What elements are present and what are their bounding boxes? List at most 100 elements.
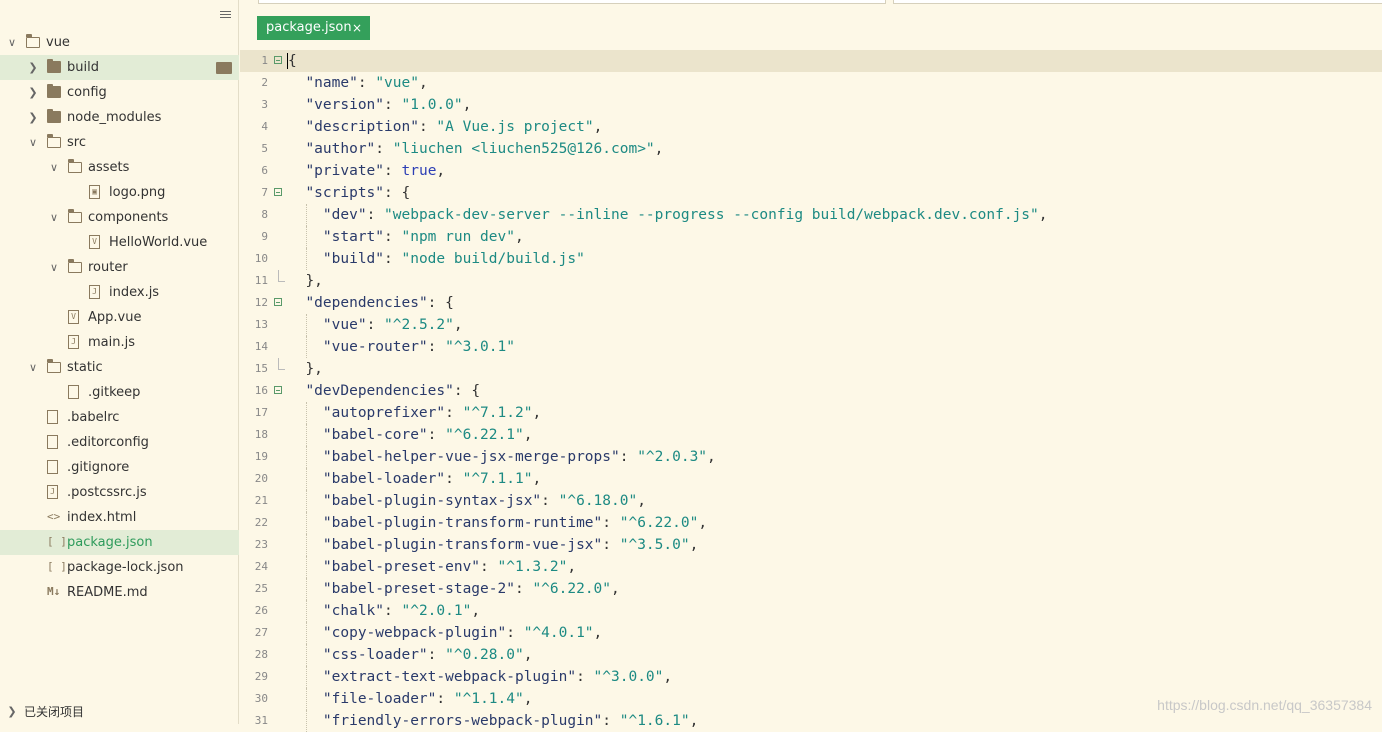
line-number: 15	[254, 362, 268, 375]
indent-guide	[306, 490, 308, 512]
tree-item-label: .gitignore	[67, 460, 130, 475]
chevron-down-icon[interactable]: ∨	[6, 30, 18, 55]
indent-guide	[306, 666, 308, 688]
chevron-down-icon[interactable]: ∨	[48, 155, 60, 180]
tree-item-label: assets	[88, 160, 130, 175]
tree-item-label: App.vue	[88, 310, 142, 325]
editor-window: ∨ vue ❯ build ❯ config ❯ node_modules ∨ src ∨ asset…	[0, 0, 1382, 732]
closed-projects-section[interactable]: ❯ 已关闭项目	[0, 700, 239, 724]
tree-item-src[interactable]: ∨ src	[0, 130, 239, 155]
fold-toggle-icon[interactable]	[274, 188, 282, 196]
code-text: "devDependencies": {	[305, 383, 481, 399]
chevron-right-icon[interactable]: ❯	[6, 700, 18, 724]
tree-item-label: package.json	[67, 535, 153, 550]
tree-item-label: components	[88, 210, 169, 225]
code-line: 23 "babel-plugin-transform-vue-jsx": "^3.…	[240, 534, 1382, 556]
tree-item-config[interactable]: ❯ config	[0, 80, 239, 105]
code-editor[interactable]: 1{2 "name": "vue", 3 "version": "1.0.0", 4 "d…	[240, 50, 1382, 732]
folder-open-icon	[25, 34, 40, 48]
folder-icon	[47, 84, 61, 98]
code-line: 24 "babel-preset-env": "^1.3.2",	[240, 556, 1382, 578]
code-line: 7 "scripts": {	[240, 182, 1382, 204]
tree-item-router[interactable]: ∨ router	[0, 255, 239, 280]
project-sidebar: ∨ vue ❯ build ❯ config ❯ node_modules ∨ src ∨ asset…	[0, 0, 239, 724]
folder-open-icon	[46, 134, 61, 148]
file-icon	[68, 385, 79, 399]
open-folder-icon[interactable]	[216, 62, 232, 74]
image-file-icon: ▣	[89, 185, 100, 199]
line-number: 13	[254, 318, 268, 331]
tree-item-index-html[interactable]: <> index.html	[0, 505, 239, 530]
tree-item-build[interactable]: ❯ build	[0, 55, 239, 80]
indent-guide	[306, 512, 308, 534]
code-line: 29 "extract-text-webpack-plugin": "^3.0.0…	[240, 666, 1382, 688]
line-number: 21	[254, 494, 268, 507]
tree-item-helloworld-vue[interactable]: V HelloWorld.vue	[0, 230, 239, 255]
code-line: 17 "autoprefixer": "^7.1.2",	[240, 402, 1382, 424]
code-text: "copy-webpack-plugin": "^4.0.1",	[322, 625, 603, 641]
line-number: 28	[254, 648, 268, 661]
line-number: 25	[254, 582, 268, 595]
fold-toggle-icon[interactable]	[274, 298, 282, 306]
code-text: "version": "1.0.0",	[305, 97, 472, 113]
tree-item-app-vue[interactable]: V App.vue	[0, 305, 239, 330]
code-line: 15},	[240, 358, 1382, 380]
line-number: 11	[254, 274, 268, 287]
chevron-down-icon[interactable]: ∨	[27, 130, 39, 155]
tree-item-static[interactable]: ∨ static	[0, 355, 239, 380]
indent-guide	[306, 622, 308, 644]
code-text: "description": "A Vue.js project",	[305, 119, 603, 135]
chevron-down-icon[interactable]: ∨	[27, 355, 39, 380]
tree-item-package-json[interactable]: [ ] package.json	[0, 530, 239, 555]
chevron-down-icon[interactable]: ∨	[48, 255, 60, 280]
code-text: "private": true,	[305, 163, 446, 179]
indent-guide	[306, 600, 308, 622]
indent-guide	[306, 710, 308, 732]
indent-guide	[306, 226, 308, 248]
indent-guide	[306, 556, 308, 578]
tree-item-label: router	[88, 260, 128, 275]
tree-item-babelrc[interactable]: .babelrc	[0, 405, 239, 430]
tree-item-package-lock-json[interactable]: [ ] package-lock.json	[0, 555, 239, 580]
code-line: 31 "friendly-errors-webpack-plugin": "^1.…	[240, 710, 1382, 732]
tree-item-main-js[interactable]: Jmain.js	[0, 330, 239, 355]
close-icon[interactable]: ×	[352, 16, 362, 40]
code-text: "friendly-errors-webpack-plugin": "^1.6.…	[322, 713, 699, 729]
tree-item-editorconfig[interactable]: .editorconfig	[0, 430, 239, 455]
chevron-right-icon[interactable]: ❯	[27, 80, 39, 105]
tree-item-label: config	[67, 85, 107, 100]
chevron-down-icon[interactable]: ∨	[48, 205, 60, 230]
chevron-right-icon[interactable]: ❯	[27, 55, 39, 80]
tree-item-index-js[interactable]: Jindex.js	[0, 280, 239, 305]
code-line: 12 "dependencies": {	[240, 292, 1382, 314]
js-file-icon: J	[47, 485, 58, 499]
file-icon	[47, 410, 58, 424]
tree-item-gitignore[interactable]: .gitignore	[0, 455, 239, 480]
chevron-right-icon[interactable]: ❯	[27, 105, 39, 130]
code-line: 27 "copy-webpack-plugin": "^4.0.1",	[240, 622, 1382, 644]
menu-icon[interactable]	[220, 10, 232, 20]
tab-package-json[interactable]: package.json ×	[257, 16, 370, 40]
line-number: 19	[254, 450, 268, 463]
code-line: 25 "babel-preset-stage-2": "^6.22.0",	[240, 578, 1382, 600]
code-line: 9 "start": "npm run dev",	[240, 226, 1382, 248]
line-number: 14	[254, 340, 268, 353]
tree-item-node-modules[interactable]: ❯ node_modules	[0, 105, 239, 130]
tree-item-vue[interactable]: ∨ vue	[0, 30, 239, 55]
tree-item-label: src	[67, 135, 86, 150]
fold-toggle-icon[interactable]	[274, 386, 282, 394]
code-line: 18 "babel-core": "^6.22.1",	[240, 424, 1382, 446]
code-text: {	[288, 53, 297, 69]
indent-guide	[306, 534, 308, 556]
code-line: 4 "description": "A Vue.js project",	[240, 116, 1382, 138]
tree-item-gitkeep[interactable]: .gitkeep	[0, 380, 239, 405]
code-text: "start": "npm run dev",	[322, 229, 524, 245]
tree-item-assets[interactable]: ∨ assets	[0, 155, 239, 180]
tree-item-postcssrc-js[interactable]: J .postcssrc.js	[0, 480, 239, 505]
tree-item-readme-md[interactable]: M↓ README.md	[0, 580, 239, 605]
tree-item-components[interactable]: ∨ components	[0, 205, 239, 230]
code-line: 10 "build": "node build/build.js"	[240, 248, 1382, 270]
code-line: 20 "babel-loader": "^7.1.1",	[240, 468, 1382, 490]
fold-toggle-icon[interactable]	[274, 56, 282, 64]
tree-item-logo-png[interactable]: ▣ logo.png	[0, 180, 239, 205]
